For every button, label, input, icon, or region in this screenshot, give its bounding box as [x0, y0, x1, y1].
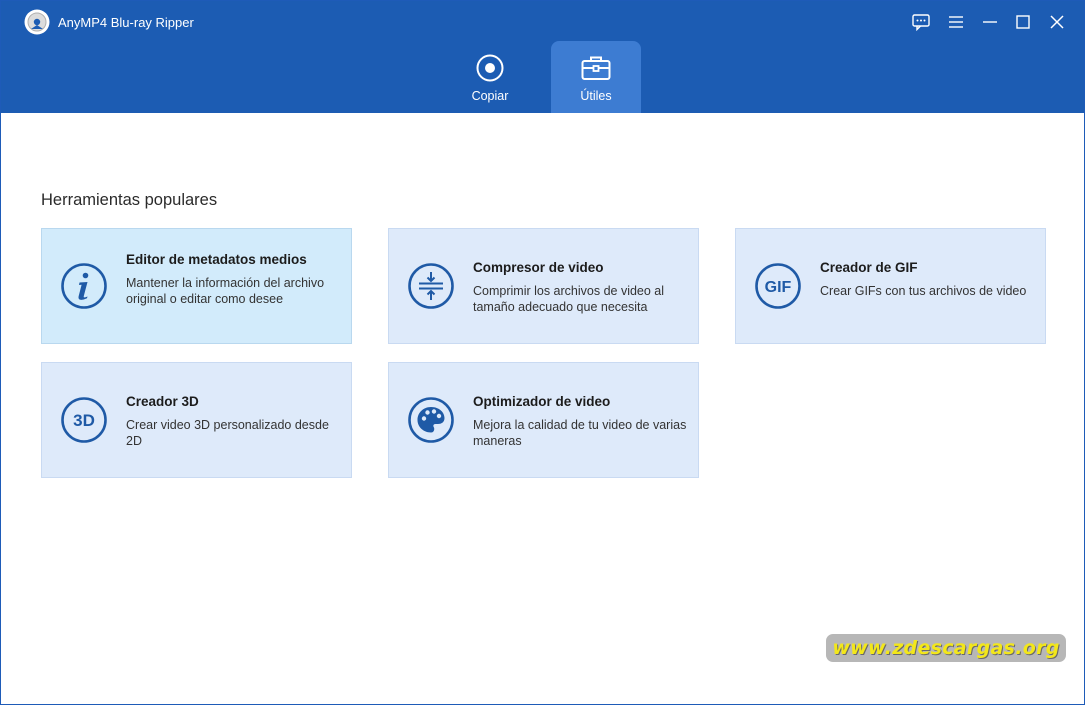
- 3d-icon: 3D: [61, 397, 107, 443]
- tools-panel: Herramientas populares Editor de metadat…: [1, 113, 1084, 704]
- tool-card-3d-maker[interactable]: 3D Creador 3D Crear video 3D personaliza…: [41, 362, 352, 478]
- minimize-icon[interactable]: [976, 9, 1004, 35]
- palette-icon: [408, 397, 454, 443]
- maximize-icon[interactable]: [1009, 9, 1037, 35]
- gif-icon: GIF: [755, 263, 801, 309]
- tool-card-metadata-editor[interactable]: Editor de metadatos medios Mantener la i…: [41, 228, 352, 344]
- toolbox-icon: [580, 53, 612, 83]
- tab-label: Copiar: [471, 89, 509, 103]
- app-logo-icon: [24, 9, 50, 35]
- card-description: Comprimir los archivos de video al tamañ…: [473, 284, 665, 314]
- card-description: Crear video 3D personalizado desde 2D: [126, 418, 329, 448]
- disc-icon: [474, 53, 506, 83]
- close-icon[interactable]: [1043, 9, 1071, 35]
- section-title: Herramientas populares: [41, 191, 218, 209]
- menu-icon[interactable]: [942, 9, 970, 35]
- card-description: Mantener la información del archivo orig…: [126, 276, 325, 306]
- card-title: Creador 3D: [126, 394, 199, 409]
- svg-text:3D: 3D: [73, 411, 95, 430]
- watermark: www.zdescargas.org: [826, 634, 1066, 662]
- compress-icon: [408, 263, 454, 309]
- card-title: Creador de GIF: [820, 260, 918, 275]
- tool-card-gif-maker[interactable]: GIF Creador de GIF Crear GIFs con tus ar…: [735, 228, 1046, 344]
- title-bar: AnyMP4 Blu-ray Ripper Copiar Útiles: [1, 1, 1084, 113]
- feedback-icon[interactable]: [907, 9, 935, 35]
- tab-copiar[interactable]: Copiar: [445, 41, 535, 113]
- info-icon: [61, 263, 107, 309]
- app-title: AnyMP4 Blu-ray Ripper: [58, 15, 194, 30]
- tab-label: Útiles: [580, 89, 612, 103]
- tool-card-video-enhancer[interactable]: Optimizador de video Mejora la calidad d…: [388, 362, 699, 478]
- svg-text:GIF: GIF: [765, 279, 792, 296]
- card-description: Crear GIFs con tus archivos de video: [820, 284, 1027, 298]
- card-title: Editor de metadatos medios: [126, 252, 307, 267]
- tool-card-video-compressor[interactable]: Compresor de video Comprimir los archivo…: [388, 228, 699, 344]
- card-description: Mejora la calidad de tu video de varias …: [473, 418, 687, 448]
- card-title: Optimizador de video: [473, 394, 611, 409]
- app-window: AnyMP4 Blu-ray Ripper Copiar Útiles Herr…: [0, 0, 1085, 705]
- card-title: Compresor de video: [473, 260, 604, 275]
- tab-utiles[interactable]: Útiles: [551, 41, 641, 113]
